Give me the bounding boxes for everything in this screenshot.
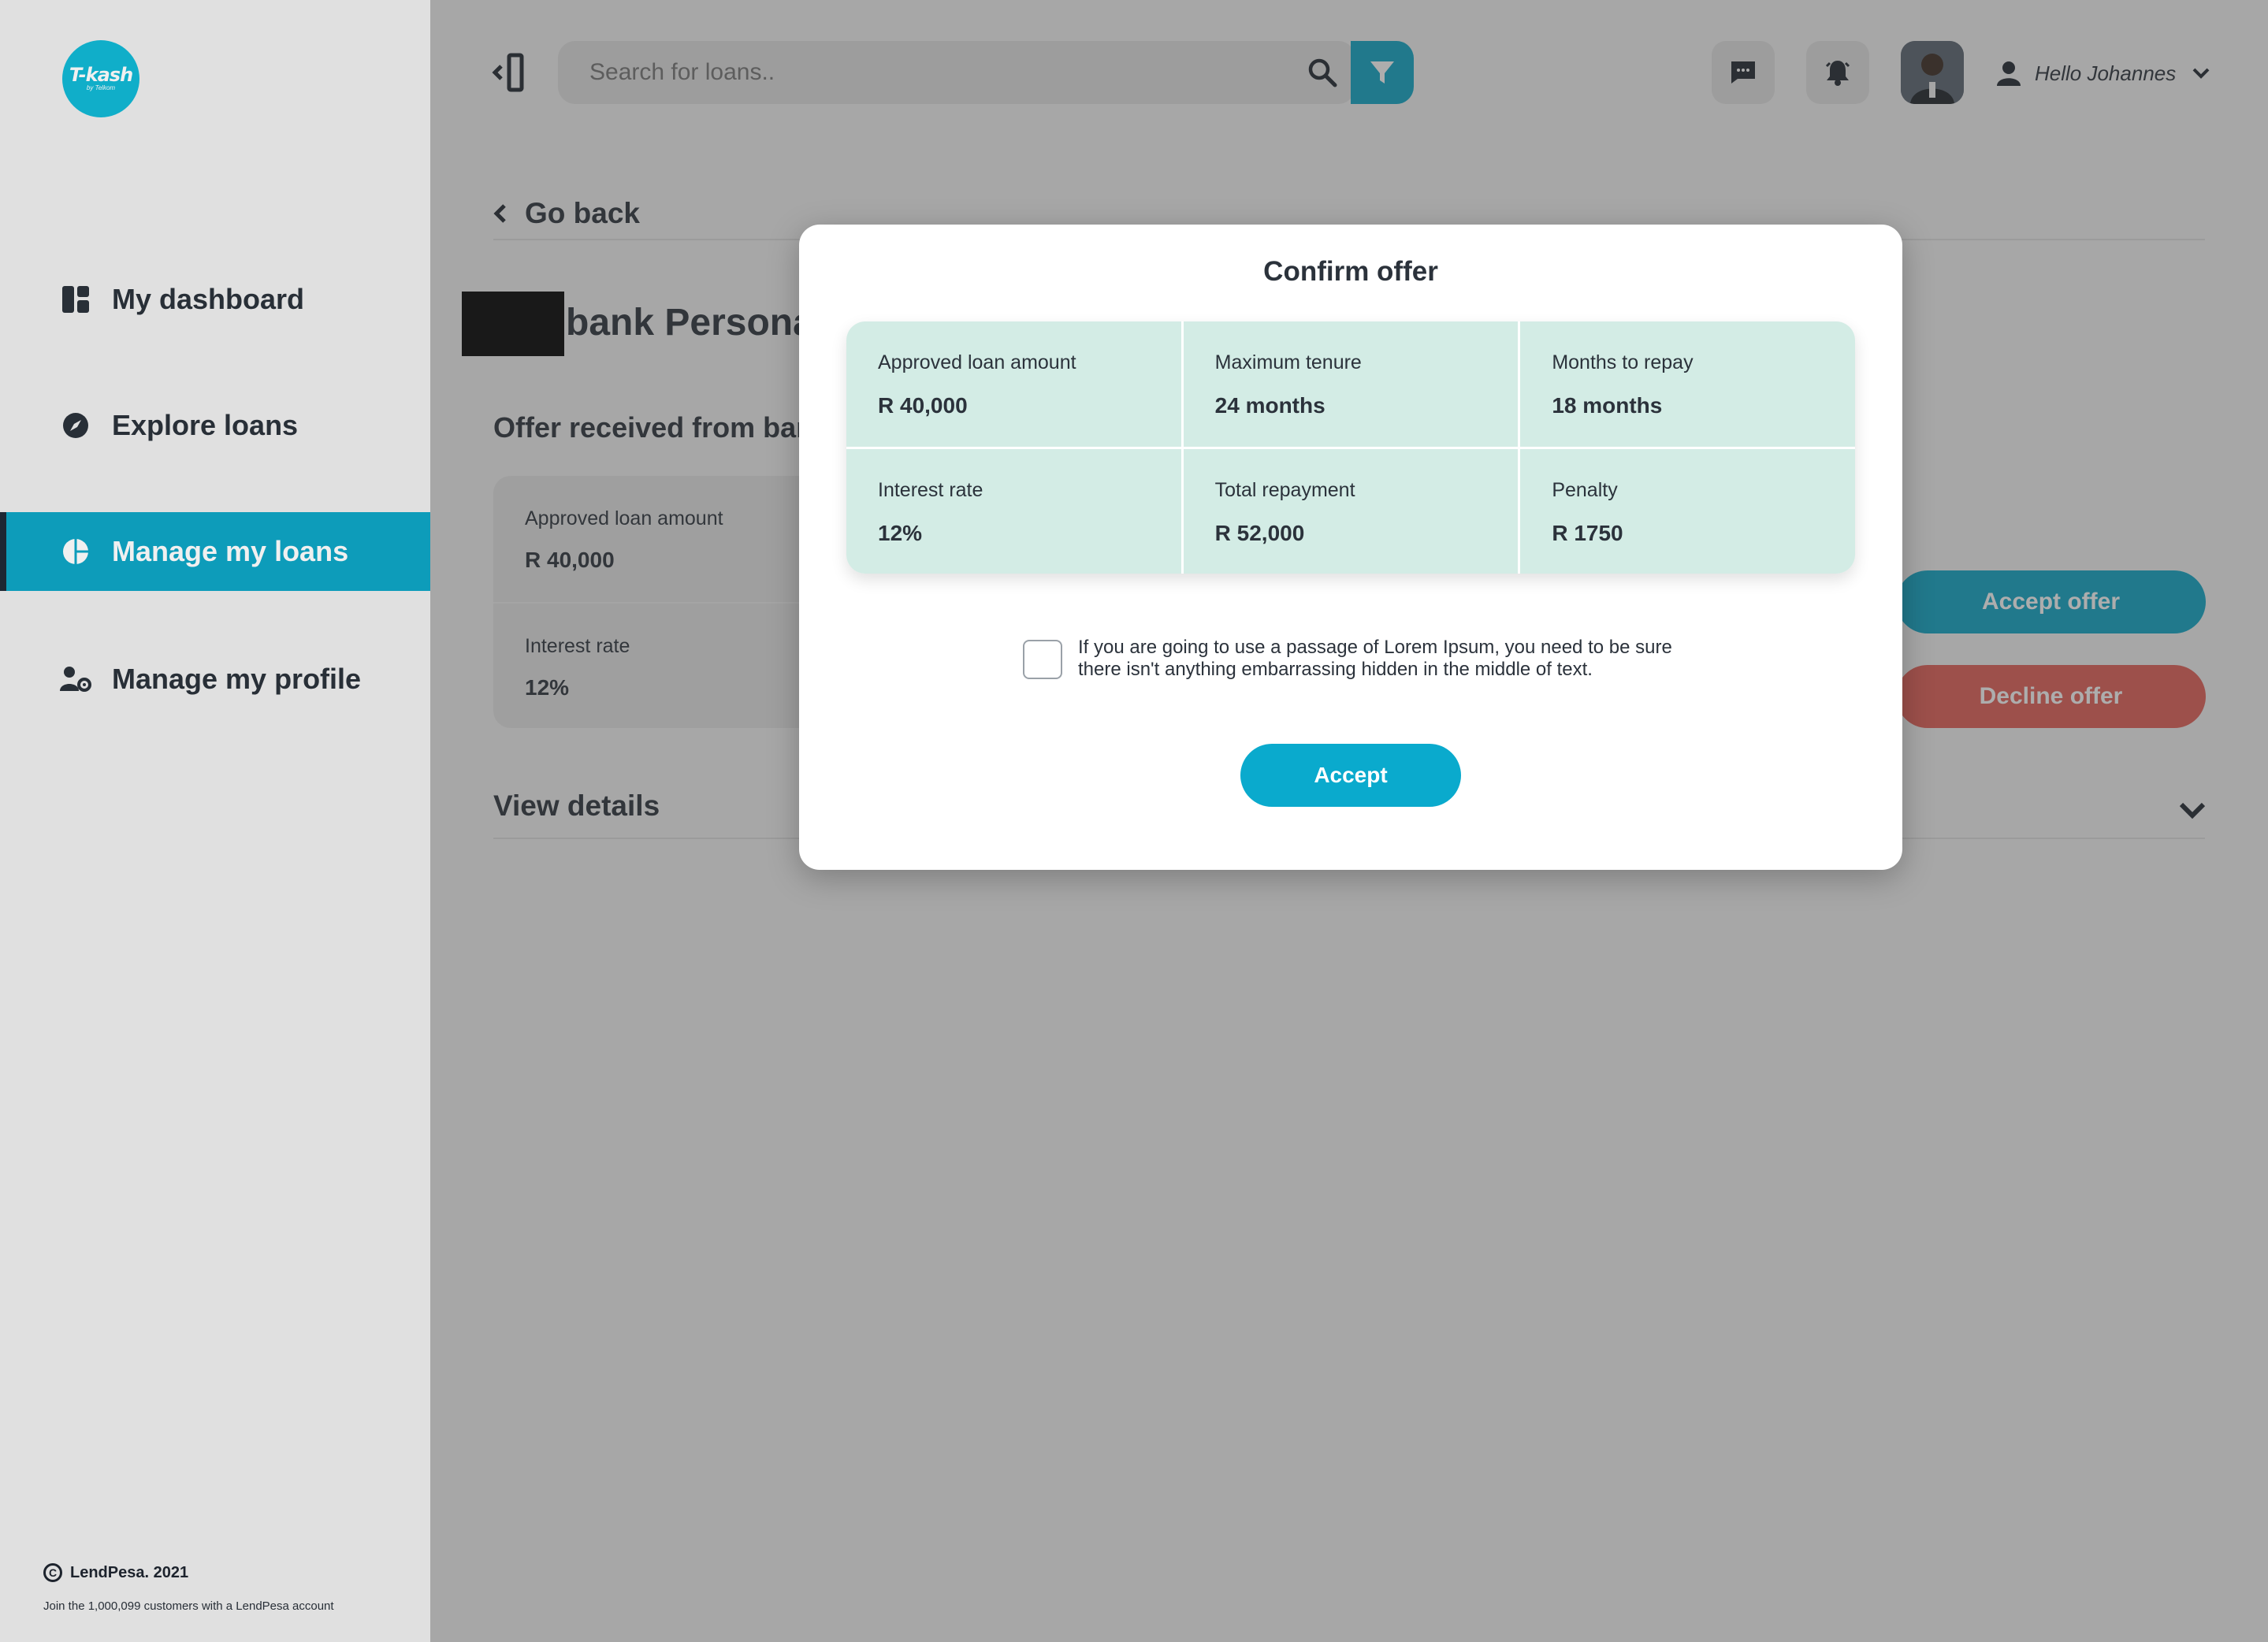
offer-detail-cell: Approved loan amount R 40,000: [846, 321, 1181, 447]
offer-detail-cell: Months to repay 18 months: [1520, 321, 1855, 447]
detail-value: R 1750: [1552, 520, 1623, 545]
offer-details-grid: Approved loan amount R 40,000 Maximum te…: [846, 321, 1855, 574]
sidebar: T-kash by Telkom My dashboard Explore lo…: [0, 0, 430, 1642]
detail-label: Approved loan amount: [878, 351, 1076, 373]
detail-value: 12%: [878, 520, 923, 545]
detail-label: Maximum tenure: [1214, 351, 1362, 373]
detail-label: Total repayment: [1214, 478, 1355, 501]
offer-detail-cell: Interest rate 12%: [846, 448, 1181, 574]
detail-label: Interest rate: [878, 478, 983, 501]
detail-value: 24 months: [1214, 393, 1325, 418]
detail-value: 18 months: [1552, 393, 1663, 418]
confirm-offer-modal: Confirm offer Approved loan amount R 40,…: [799, 225, 1902, 870]
consent-row: If you are going to use a passage of Lor…: [1023, 637, 1693, 681]
detail-label: Months to repay: [1552, 351, 1694, 373]
detail-label: Penalty: [1552, 478, 1618, 501]
consent-text: If you are going to use a passage of Lor…: [1078, 637, 1672, 680]
sidebar-dim: [0, 0, 430, 1642]
detail-value: R 52,000: [1214, 520, 1305, 545]
offer-detail-cell: Total repayment R 52,000: [1183, 448, 1519, 574]
modal-title: Confirm offer: [1263, 256, 1438, 287]
offer-detail-cell: Maximum tenure 24 months: [1183, 321, 1519, 447]
accept-button[interactable]: Accept: [1240, 744, 1461, 807]
detail-value: R 40,000: [878, 393, 968, 418]
consent-checkbox[interactable]: [1023, 640, 1062, 679]
offer-detail-cell: Penalty R 1750: [1520, 448, 1855, 574]
